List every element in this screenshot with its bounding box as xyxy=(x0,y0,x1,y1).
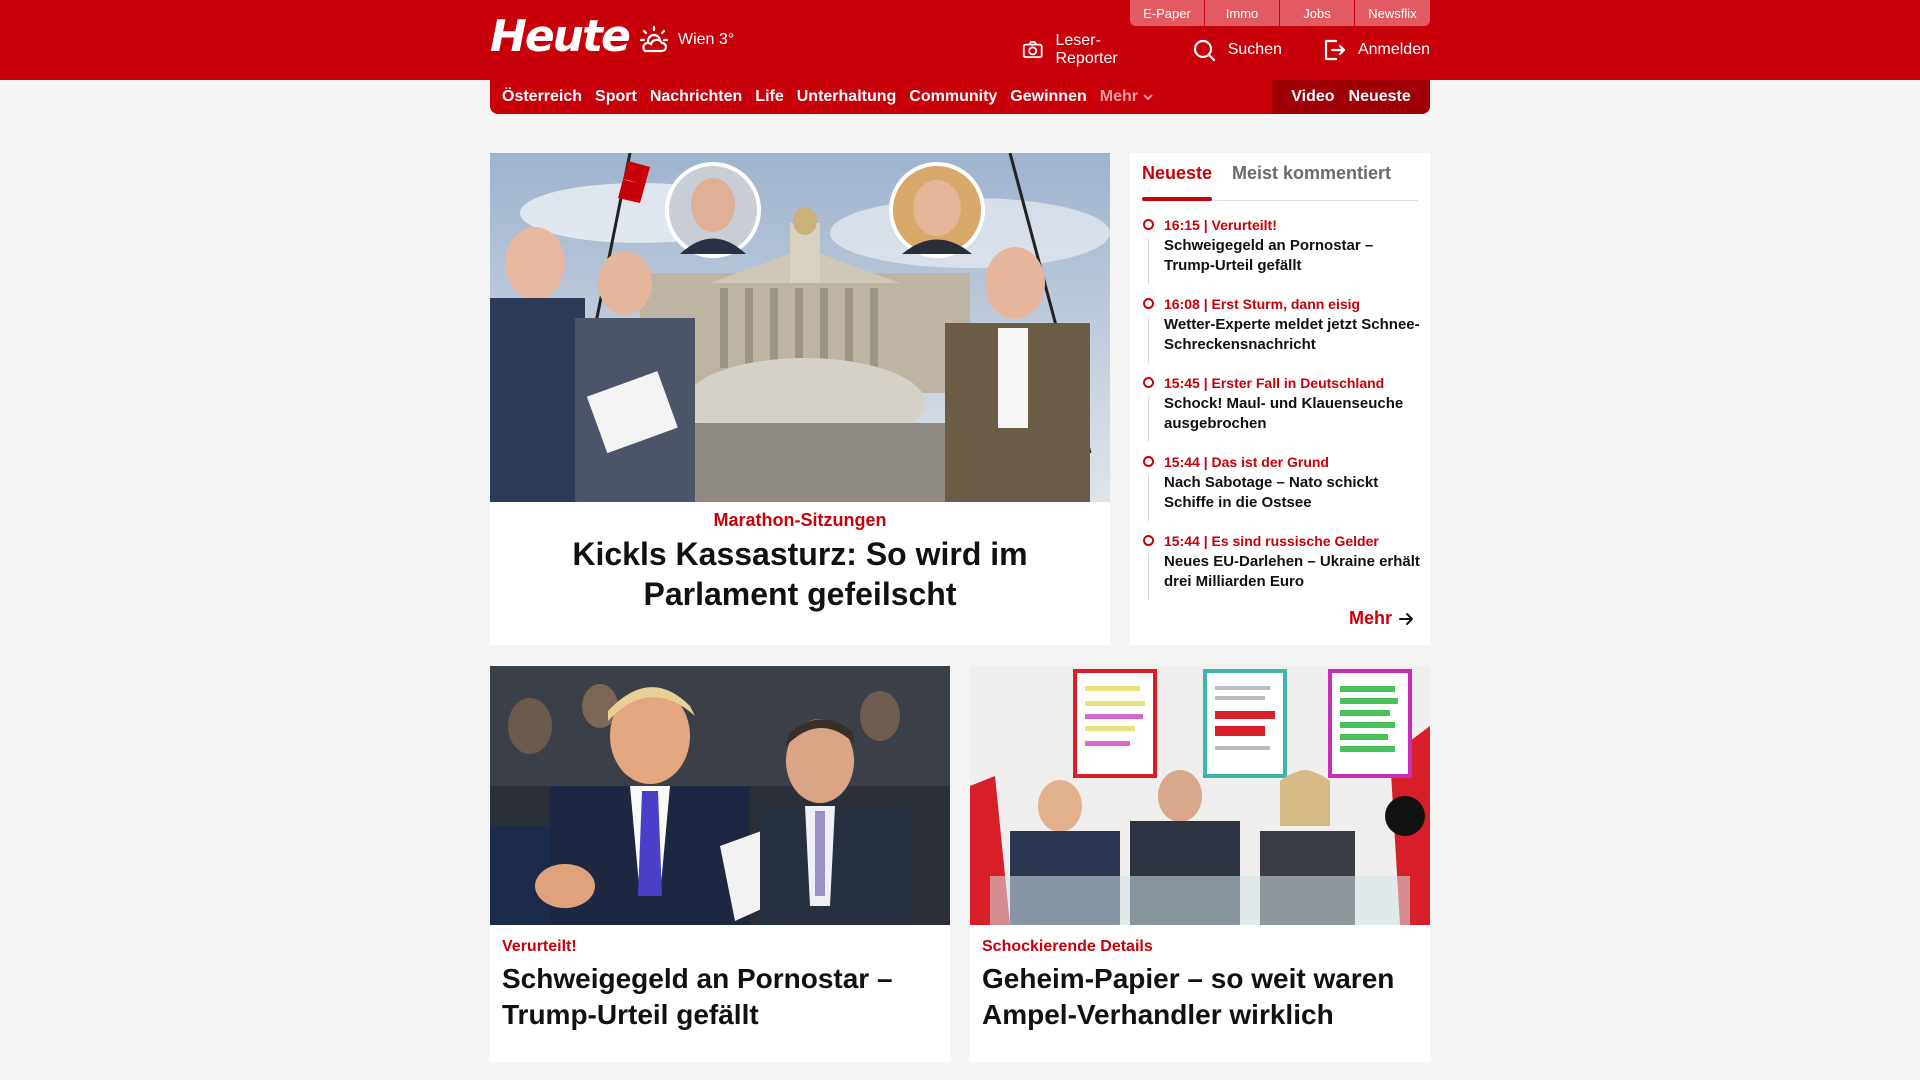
service-tab-jobs[interactable]: Jobs xyxy=(1280,0,1355,26)
hero-article[interactable]: Marathon-Sitzungen Kickls Kassasturz: So… xyxy=(490,153,1110,645)
article-title[interactable]: Geheim-Papier – so weit waren Ampel-Verh… xyxy=(982,961,1412,1033)
nav-more-dropdown[interactable]: Mehr xyxy=(1100,88,1154,106)
ticker-title[interactable]: Schweigegeld an Pornostar – Trump-Urteil… xyxy=(1164,236,1424,276)
news-ticker: 16:15 | Verurteilt! Schweigegeld an Porn… xyxy=(1142,216,1424,611)
nav-neueste[interactable]: Neueste xyxy=(1349,88,1411,106)
search-button[interactable]: Suchen xyxy=(1192,32,1282,68)
timeline-line xyxy=(1148,238,1149,284)
ticker-meta: 16:15 | Verurteilt! xyxy=(1164,217,1277,233)
timeline-dot xyxy=(1143,535,1154,546)
ticker-item[interactable]: 15:45 | Erster Fall in Deutschland Schoc… xyxy=(1142,374,1424,453)
service-tab-epaper[interactable]: E-Paper xyxy=(1130,0,1205,26)
nav-video[interactable]: Video xyxy=(1291,88,1334,106)
article-kicker: Verurteilt! xyxy=(502,938,577,955)
heute-logo[interactable]: Heute xyxy=(490,12,631,62)
hero-title[interactable]: Kickls Kassasturz: So wird im Parlament … xyxy=(530,534,1070,614)
article-card[interactable]: Verurteilt! Schweigegeld an Pornostar – … xyxy=(490,666,950,1062)
sidebar-more-link[interactable]: Mehr xyxy=(1349,608,1414,629)
timeline-line xyxy=(1148,317,1149,363)
timeline-dot xyxy=(1143,377,1154,388)
article-image[interactable] xyxy=(970,666,1430,925)
timeline-dot xyxy=(1143,456,1154,467)
leser-reporter-label: Leser-Reporter xyxy=(1055,32,1118,67)
sidebar-tabs: Neueste Meist kommentiert xyxy=(1142,163,1418,201)
ticker-item[interactable]: 16:08 | Erst Sturm, dann eisig Wetter-Ex… xyxy=(1142,295,1424,374)
ticker-meta: 15:45 | Erster Fall in Deutschland xyxy=(1164,375,1385,391)
hero-kicker: Marathon-Sitzungen xyxy=(713,510,887,530)
timeline-dot xyxy=(1143,219,1154,230)
nav-right-group: Video Neueste xyxy=(1272,80,1430,114)
service-tab-newsflix[interactable]: Newsflix xyxy=(1355,0,1430,26)
nav-item-life[interactable]: Life xyxy=(755,88,783,106)
ticker-title[interactable]: Schock! Maul- und Klauenseuche ausgebroc… xyxy=(1164,394,1424,434)
nav-item-unterhaltung[interactable]: Unterhaltung xyxy=(797,88,897,106)
login-button[interactable]: Anmelden xyxy=(1322,32,1430,68)
chevron-down-icon xyxy=(1143,94,1153,101)
service-tabs: E-Paper Immo Jobs Newsflix xyxy=(1130,0,1430,26)
ticker-meta: 15:44 | Es sind russische Gelder xyxy=(1164,533,1379,549)
press-conference-photo xyxy=(970,666,1430,925)
trump-photo xyxy=(490,666,950,925)
nav-more-label: Mehr xyxy=(1099,88,1138,105)
header-actions: Leser-Reporter Suchen Anmelden xyxy=(1022,32,1430,68)
main-nav: Österreich Sport Nachrichten Life Unterh… xyxy=(490,80,1430,114)
ticker-title[interactable]: Neues EU-Darlehen – Ukraine erhält drei … xyxy=(1164,552,1424,592)
ticker-item[interactable]: 15:44 | Das ist der Grund Nach Sabotage … xyxy=(1142,453,1424,532)
arrow-right-icon xyxy=(1399,612,1413,625)
tab-neueste[interactable]: Neueste xyxy=(1142,163,1213,201)
sidebar-more-label: Mehr xyxy=(1348,608,1392,628)
service-tab-immo[interactable]: Immo xyxy=(1205,0,1280,26)
timeline-line xyxy=(1148,396,1149,442)
article-kicker: Schockierende Details xyxy=(982,938,1153,955)
ticker-meta: 15:44 | Das ist der Grund xyxy=(1164,454,1329,470)
hero-image[interactable] xyxy=(490,153,1110,502)
ticker-title[interactable]: Nach Sabotage – Nato schickt Schiffe in … xyxy=(1164,473,1424,513)
login-icon xyxy=(1324,39,1346,61)
login-label: Anmelden xyxy=(1357,41,1430,58)
camera-icon xyxy=(1022,41,1043,59)
search-icon xyxy=(1193,39,1215,62)
timeline-dot xyxy=(1143,298,1154,309)
article-title[interactable]: Schweigegeld an Pornostar – Trump-Urteil… xyxy=(502,961,932,1033)
weather-widget[interactable]: Wien 3° xyxy=(638,24,734,56)
parliament-photo xyxy=(490,153,1110,502)
latest-news-sidebar: Neueste Meist kommentiert 16:15 | Verurt… xyxy=(1130,153,1430,645)
nav-item-community[interactable]: Community xyxy=(909,88,997,106)
timeline-line xyxy=(1148,554,1149,600)
nav-item-sport[interactable]: Sport xyxy=(595,88,637,106)
site-header: Heute Wien 3° E-Paper Immo Jobs Newsflix… xyxy=(0,0,1920,80)
ticker-title[interactable]: Wetter-Experte meldet jetzt Schnee-Schre… xyxy=(1164,315,1424,355)
nav-item-oesterreich[interactable]: Österreich xyxy=(502,88,582,106)
search-label: Suchen xyxy=(1227,41,1282,58)
ticker-meta: 16:08 | Erst Sturm, dann eisig xyxy=(1164,296,1361,312)
sun-cloud-icon xyxy=(639,25,669,53)
weather-label: Wien 3° xyxy=(678,31,735,48)
article-image[interactable] xyxy=(490,666,950,925)
article-card[interactable]: Schockierende Details Geheim-Papier – so… xyxy=(970,666,1430,1062)
timeline-line xyxy=(1148,475,1149,521)
ticker-item[interactable]: 15:44 | Es sind russische Gelder Neues E… xyxy=(1142,532,1424,611)
leser-reporter-button[interactable]: Leser-Reporter xyxy=(1022,32,1152,68)
nav-item-gewinnen[interactable]: Gewinnen xyxy=(1010,88,1086,106)
nav-item-nachrichten[interactable]: Nachrichten xyxy=(650,88,742,106)
tab-meist-kommentiert[interactable]: Meist kommentiert xyxy=(1232,163,1391,184)
ticker-item[interactable]: 16:15 | Verurteilt! Schweigegeld an Porn… xyxy=(1142,216,1424,295)
